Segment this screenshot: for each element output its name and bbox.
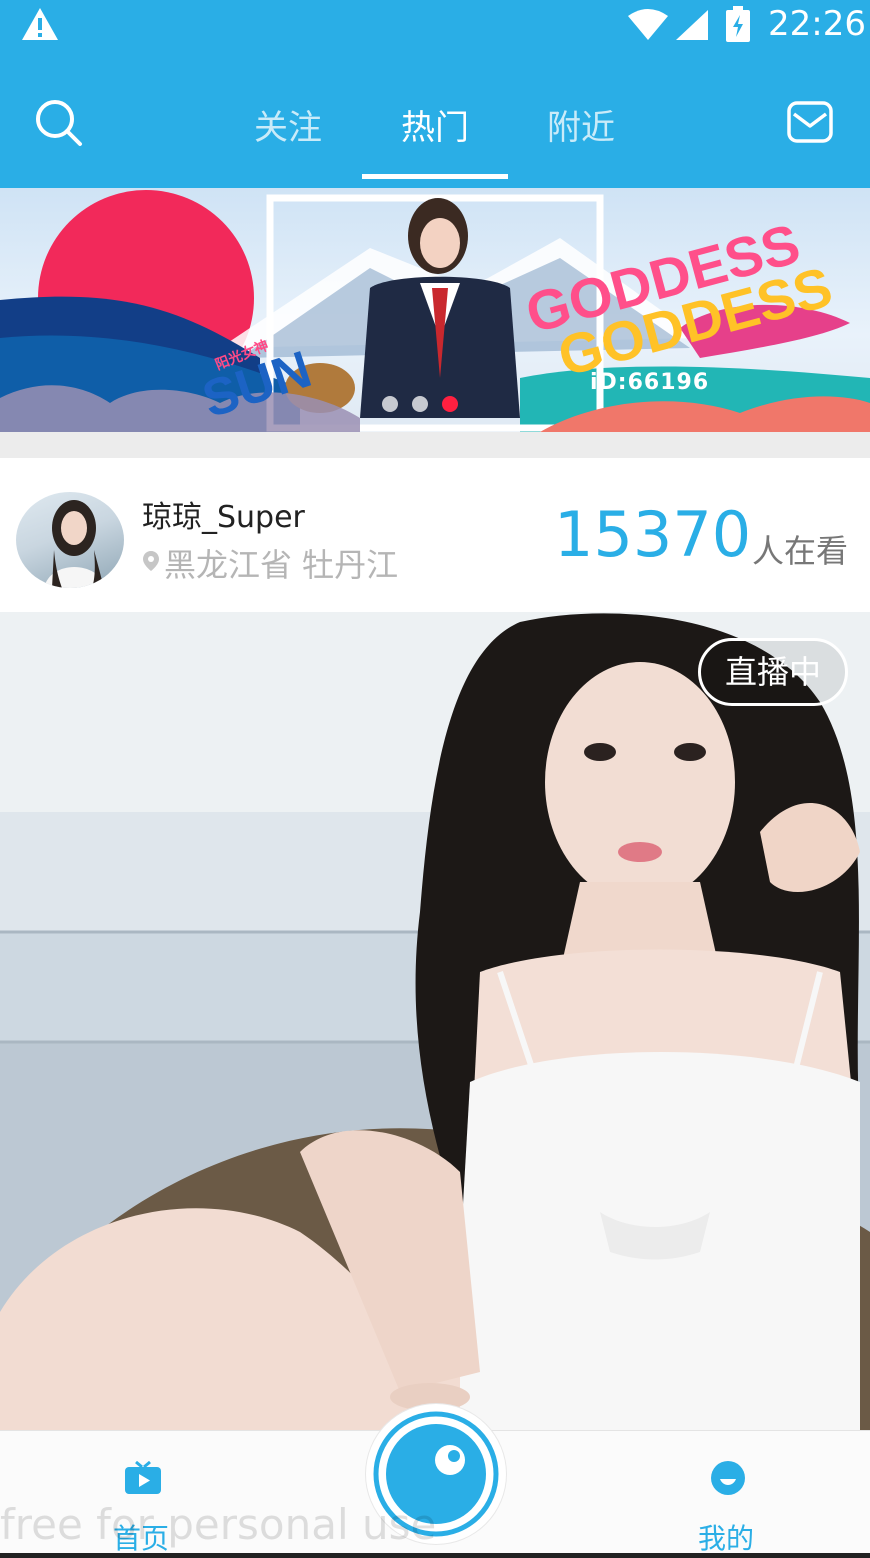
search-icon[interactable] <box>34 98 84 148</box>
streamer-name: 琼琼_Super <box>142 500 305 535</box>
live-cover-image <box>0 612 870 1432</box>
tab-hot[interactable]: 热门 <box>362 100 508 149</box>
carousel-dot-active <box>442 396 458 412</box>
warning-icon <box>22 8 58 40</box>
carousel-dot <box>382 396 398 412</box>
live-stream-cover[interactable]: 直播中 <box>0 612 870 1432</box>
mail-icon[interactable] <box>786 100 834 144</box>
promo-banner[interactable]: GODDESS GODDESS SUN 阳光女神 iD:66196 <box>0 188 870 432</box>
streamer-location: 黑龙江省 牡丹江 <box>164 546 399 584</box>
streamer-info-row[interactable]: 琼琼_Super 黑龙江省 牡丹江 15370 人在看 <box>0 458 870 612</box>
feed-tabs: 关注 热门 附近 <box>215 90 655 180</box>
section-divider <box>0 432 870 458</box>
top-bar: 22:26 关注 热门 附近 <box>0 0 870 188</box>
carousel-dot <box>412 396 428 412</box>
tab-nearby[interactable]: 附近 <box>508 100 654 149</box>
nav-me-label[interactable]: 我的 <box>698 1517 754 1557</box>
tab-follow[interactable]: 关注 <box>215 100 361 149</box>
screen-bottom-edge <box>0 1553 870 1558</box>
banner-id-text: iD:66196 <box>590 370 710 395</box>
watermark-text: free for personal use <box>0 1500 437 1549</box>
carousel-indicator <box>382 396 472 416</box>
tv-icon[interactable] <box>124 1461 162 1495</box>
status-bar: 22:26 <box>0 0 870 54</box>
active-tab-indicator <box>362 174 508 179</box>
battery-charging-icon <box>726 6 750 42</box>
location-pin-icon <box>143 551 159 571</box>
wifi-icon <box>628 9 668 40</box>
profile-icon[interactable] <box>709 1459 747 1497</box>
viewer-count: 15370 <box>554 498 752 571</box>
live-status-badge: 直播中 <box>698 638 848 706</box>
status-time: 22:26 <box>768 4 866 44</box>
streamer-avatar[interactable] <box>16 492 124 588</box>
signal-icon <box>676 10 708 40</box>
viewer-count-suffix: 人在看 <box>752 532 849 570</box>
